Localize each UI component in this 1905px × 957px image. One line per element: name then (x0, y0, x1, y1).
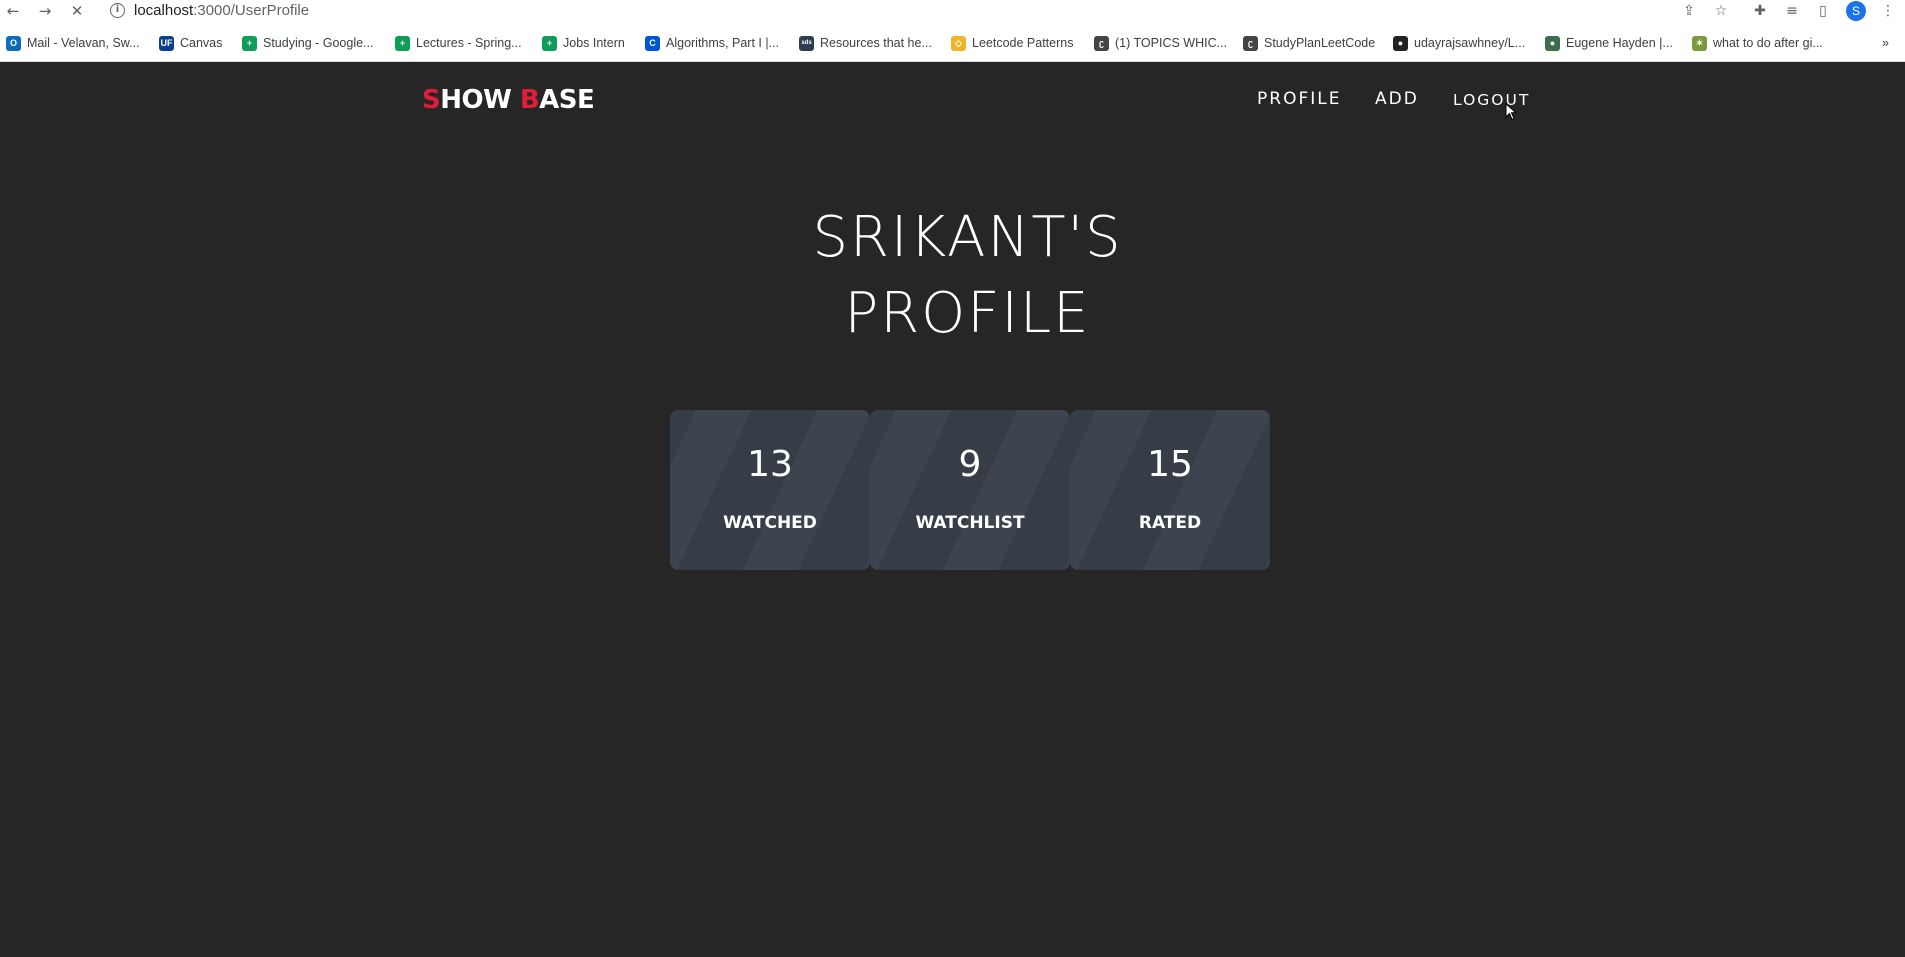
bookmark-label: Resources that he... (820, 36, 932, 50)
leetcode-patterns-icon: ◇ (951, 35, 966, 51)
url-host: localhost (134, 2, 194, 19)
uf-icon: UF (159, 35, 174, 51)
bookmark-label: Canvas (180, 36, 223, 50)
site-info-icon[interactable]: i (110, 3, 125, 18)
page-title-line-1: SRIKANT'S (812, 205, 1123, 270)
stat-card-rated[interactable]: 15 RATED (1070, 410, 1270, 570)
stat-value: 9 (958, 444, 982, 485)
address-bar-row: ← → ✕ i localhost:3000/UserProfile ⇪ ☆ ✚… (0, 0, 1905, 22)
more-bookmarks-icon[interactable]: » (1882, 32, 1889, 54)
bookmark-item[interactable]: + Lectures - Spring... (395, 32, 522, 54)
showbase-logo[interactable]: SHOW BASE (422, 85, 595, 115)
bookmark-item[interactable]: sds Resources that he... (799, 32, 932, 54)
sds-icon: sds (799, 35, 814, 51)
logo-letter-b: B (519, 85, 540, 115)
address-bar[interactable]: localhost:3000/UserProfile (134, 2, 309, 19)
media-control-icon[interactable]: ≡ (1784, 3, 1800, 19)
bookmark-item[interactable]: ✶ what to do after gi... (1692, 32, 1823, 54)
bookmark-label: udayrajsawhney/L... (1414, 36, 1526, 50)
bookmark-label: Lectures - Spring... (416, 36, 522, 50)
browser-profile-avatar[interactable]: S (1846, 1, 1866, 21)
logo-text-ase: ASE (539, 85, 595, 115)
sheets-icon: + (242, 35, 257, 51)
bookmark-item[interactable]: UF Canvas (159, 32, 222, 54)
bookmark-label: what to do after gi... (1713, 36, 1823, 50)
leetcode-icon: ʗ (1094, 35, 1109, 51)
leetcode-icon: ʗ (1243, 35, 1258, 51)
outlook-icon: O (6, 35, 21, 51)
back-icon[interactable]: ← (4, 2, 22, 20)
stat-label: RATED (1138, 513, 1202, 533)
extensions-icon[interactable]: ✚ (1752, 3, 1768, 19)
stat-label: WATCHLIST (915, 513, 1025, 533)
bookmark-item[interactable]: ʗ (1) TOPICS WHIC... (1094, 32, 1227, 54)
avatar-icon: ● (1545, 35, 1560, 51)
page-title: SRIKANT'S PROFILE (0, 200, 1905, 352)
logo-letter-s: S (422, 85, 441, 115)
bookmark-label: Eugene Hayden |... (1566, 36, 1673, 50)
forward-icon[interactable]: → (36, 2, 54, 20)
bookmark-item[interactable]: ʗ StudyPlanLeetCode (1243, 32, 1375, 54)
bookmark-item[interactable]: + Jobs Intern (542, 32, 625, 54)
bookmarks-bar: O Mail - Velavan, Sw... UF Canvas + Studying … (0, 32, 1905, 54)
stats-row: 13 WATCHED 9 WATCHLIST 15 RATED (670, 410, 1270, 570)
bookmark-label: Algorithms, Part I |... (666, 36, 780, 50)
browser-chrome: ← → ✕ i localhost:3000/UserProfile ⇪ ☆ ✚… (0, 0, 1905, 62)
stat-value: 13 (747, 444, 793, 485)
bookmark-item[interactable]: ● udayrajsawhney/L... (1393, 32, 1525, 54)
sheets-icon: + (542, 35, 557, 51)
stat-card-watched[interactable]: 13 WATCHED (670, 410, 870, 570)
share-icon[interactable]: ⇪ (1681, 3, 1697, 19)
bookmark-item[interactable]: C Algorithms, Part I |... (645, 32, 779, 54)
stop-loading-icon[interactable]: ✕ (68, 2, 86, 20)
stat-value: 15 (1147, 444, 1193, 485)
url-path: :3000/UserProfile (193, 2, 310, 19)
mouse-cursor-icon (1505, 103, 1517, 121)
browser-menu-icon[interactable]: ⋮ (1880, 3, 1896, 19)
bookmark-label: Mail - Velavan, Sw... (27, 36, 140, 50)
site-header: SHOW BASE PROFILE ADD LOGOUT (0, 62, 1905, 138)
bookmark-label: Jobs Intern (563, 36, 625, 50)
bookmark-label: Leetcode Patterns (972, 36, 1074, 50)
page-title-line-2: PROFILE (844, 281, 1091, 346)
nav-profile-link[interactable]: PROFILE (1257, 89, 1341, 109)
stat-card-watchlist[interactable]: 9 WATCHLIST (870, 410, 1070, 570)
bookmark-star-icon[interactable]: ☆ (1713, 3, 1729, 19)
sparkle-icon: ✶ (1692, 35, 1707, 51)
sheets-icon: + (395, 35, 410, 51)
bookmark-label: Studying - Google... (263, 36, 374, 50)
nav-add-link[interactable]: ADD (1375, 89, 1419, 109)
stat-label: WATCHED (723, 513, 817, 533)
logo-text-how: HOW (440, 85, 520, 115)
bookmark-item[interactable]: ◇ Leetcode Patterns (951, 32, 1073, 54)
side-panel-icon[interactable]: ▯ (1815, 3, 1831, 19)
nav-logout-link[interactable]: LOGOUT (1453, 91, 1530, 109)
bookmark-label: (1) TOPICS WHIC... (1115, 36, 1228, 50)
coursera-icon: C (645, 35, 660, 51)
bookmark-item[interactable]: + Studying - Google... (242, 32, 373, 54)
github-icon: ● (1393, 35, 1408, 51)
bookmark-item[interactable]: O Mail - Velavan, Sw... (6, 32, 140, 54)
bookmark-item[interactable]: ● Eugene Hayden |... (1545, 32, 1673, 54)
bookmark-label: StudyPlanLeetCode (1264, 36, 1376, 50)
